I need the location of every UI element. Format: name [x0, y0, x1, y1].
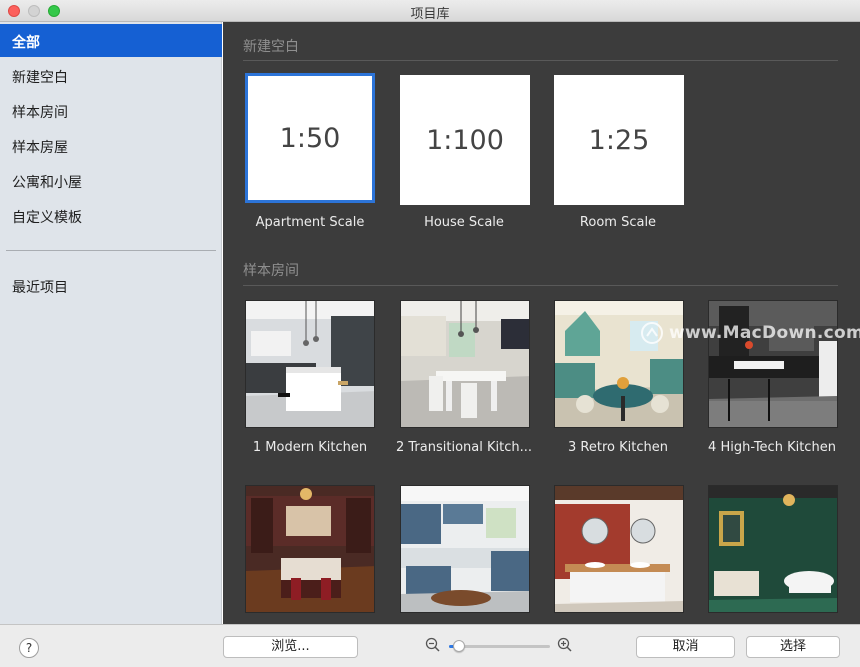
sample-label: 4 High-Tech Kitchen [708, 440, 836, 455]
sample-thumbnail-modern-kitchen[interactable] [245, 300, 375, 428]
transitional-kitchen-image [401, 301, 529, 427]
sidebar-divider [6, 250, 216, 251]
sidebar-item-apartments-cabins[interactable]: 公寓和小屋 [0, 164, 222, 197]
sidebar-item-recent-projects[interactable]: 最近项目 [0, 269, 222, 302]
sidebar-item-sample-houses[interactable]: 样本房屋 [0, 129, 222, 162]
sample-thumbnail-classic-kitchen[interactable] [245, 485, 375, 613]
template-label: Room Scale [579, 215, 657, 230]
section-divider [243, 285, 838, 286]
section-title-sample-rooms: 样本房间 [243, 263, 299, 279]
template-label: House Scale [424, 215, 504, 230]
browse-button[interactable]: 浏览... [223, 636, 358, 658]
zoom-slider[interactable] [449, 640, 550, 652]
zoom-out-icon[interactable] [425, 637, 441, 653]
scale-value: 1:25 [588, 124, 650, 156]
sample-thumbnail-blue-kitchen[interactable] [400, 485, 530, 613]
sample-thumbnail-transitional-kitchen[interactable] [400, 300, 530, 428]
sample-label: 3 Retro Kitchen [568, 440, 668, 455]
green-bathroom-image [709, 486, 837, 612]
sidebar-item-new-blank[interactable]: 新建空白 [0, 59, 222, 92]
title-bar: 项目库 [0, 0, 860, 22]
scale-value: 1:100 [426, 124, 504, 156]
template-label: Apartment Scale [255, 215, 365, 230]
watermark-text: www.MacDown.com [669, 323, 860, 343]
blue-kitchen-image [401, 486, 529, 612]
cancel-button[interactable]: 取消 [636, 636, 735, 658]
sample-thumbnail-brick-bathroom[interactable] [554, 485, 684, 613]
classic-kitchen-image [246, 486, 374, 612]
zoom-slider-knob[interactable] [453, 640, 466, 652]
sidebar-item-sample-rooms[interactable]: 样本房间 [0, 94, 222, 127]
project-gallery: 新建空白 1:50 Apartment Scale 1:100 House Sc… [223, 22, 860, 624]
choose-button[interactable]: 选择 [746, 636, 840, 658]
sample-thumbnail-retro-kitchen[interactable] [554, 300, 684, 428]
high-tech-kitchen-image [709, 301, 837, 427]
template-tile-room-scale[interactable]: 1:25 [554, 75, 684, 205]
section-title-new-blank: 新建空白 [243, 39, 299, 55]
scale-value: 1:50 [279, 122, 341, 154]
sample-label: 1 Modern Kitchen [252, 440, 368, 455]
retro-kitchen-image [555, 301, 683, 427]
sample-thumbnail-high-tech-kitchen[interactable] [708, 300, 838, 428]
sample-thumbnail-green-bathroom[interactable] [708, 485, 838, 613]
window-title: 项目库 [410, 7, 450, 22]
macdown-logo-icon [641, 322, 663, 344]
sidebar-item-all[interactable]: 全部 [0, 24, 222, 57]
template-tile-house-scale[interactable]: 1:100 [400, 75, 530, 205]
sidebar: 全部 新建空白 样本房间 样本房屋 公寓和小屋 自定义模板 最近项目 [0, 22, 222, 624]
template-tile-apartment-scale[interactable]: 1:50 [245, 73, 375, 203]
bottom-toolbar: ? 浏览... 取消 选择 [0, 624, 860, 667]
help-button[interactable]: ? [19, 638, 39, 658]
sample-label: 2 Transitional Kitch... [396, 440, 532, 455]
question-mark-icon: ? [25, 641, 33, 655]
zoom-in-icon[interactable] [557, 637, 573, 653]
sidebar-item-custom-templates[interactable]: 自定义模板 [0, 199, 222, 232]
brick-bathroom-image [555, 486, 683, 612]
section-divider [243, 60, 838, 61]
modern-kitchen-image [246, 301, 374, 427]
